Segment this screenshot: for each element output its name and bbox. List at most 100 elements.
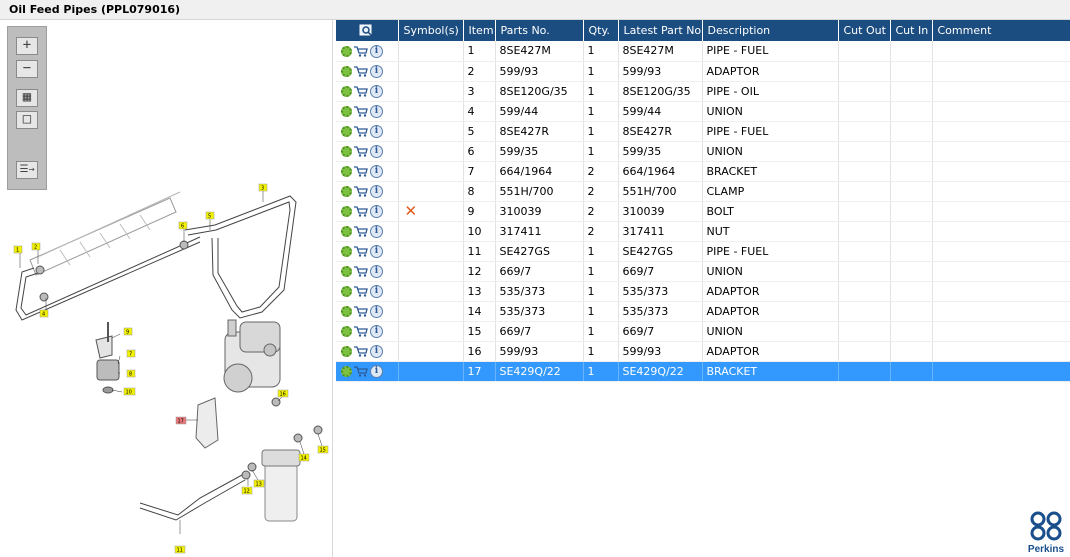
gear-icon[interactable] (341, 305, 352, 317)
cart-icon[interactable] (354, 186, 368, 197)
zoom-in-button[interactable]: + (16, 37, 38, 55)
info-icon[interactable]: i (370, 144, 383, 158)
cut-out-cell (838, 261, 891, 282)
zoom-out-button[interactable]: − (16, 60, 38, 78)
column-header-description[interactable]: Description (702, 20, 839, 41)
cart-icon[interactable] (354, 306, 368, 317)
gear-icon[interactable] (341, 105, 352, 117)
latest-part-no-cell: 551H/700 (618, 181, 703, 202)
gear-icon[interactable] (341, 185, 352, 197)
search-list-icon[interactable] (359, 24, 375, 38)
info-icon[interactable]: i (370, 124, 383, 138)
comment-cell (932, 261, 1070, 282)
cart-icon[interactable] (354, 366, 368, 377)
gear-icon[interactable] (341, 225, 352, 237)
cart-icon[interactable] (354, 146, 368, 157)
table-row[interactable]: i 3 8SE120G/35 1 8SE120G/35 PIPE - OIL (336, 81, 1070, 102)
gear-icon[interactable] (341, 145, 352, 157)
item-cell: 14 (463, 301, 496, 322)
table-row[interactable]: i 14 535/373 1 535/373 ADAPTOR (336, 301, 1070, 322)
gear-icon[interactable] (341, 205, 352, 217)
cart-icon[interactable] (354, 286, 368, 297)
table-row[interactable]: i 15 669/7 1 669/7 UNION (336, 321, 1070, 342)
gear-icon[interactable] (341, 245, 352, 257)
table-row[interactable]: i 13 535/373 1 535/373 ADAPTOR (336, 281, 1070, 302)
symbol-cell (398, 101, 464, 122)
info-icon[interactable]: i (370, 324, 383, 338)
reset-view-button[interactable]: □ (16, 111, 38, 129)
cart-icon[interactable] (354, 206, 368, 217)
table-row[interactable]: i 6 599/35 1 599/35 UNION (336, 141, 1070, 162)
cart-icon[interactable] (354, 66, 368, 77)
gear-icon[interactable] (341, 85, 352, 97)
info-icon[interactable]: i (370, 364, 383, 378)
info-icon[interactable]: i (370, 244, 383, 258)
cart-icon[interactable] (354, 246, 368, 257)
cart-icon[interactable] (354, 226, 368, 237)
column-header-item[interactable]: Item (463, 20, 496, 41)
svg-text:14: 14 (301, 456, 307, 462)
info-icon[interactable]: i (370, 224, 383, 238)
info-icon[interactable]: i (370, 204, 383, 218)
cart-icon[interactable] (354, 106, 368, 117)
table-row[interactable]: i 4 599/44 1 599/44 UNION (336, 101, 1070, 122)
column-header-latest-part-no[interactable]: Latest Part No. (618, 20, 703, 41)
column-header-parts-no[interactable]: Parts No. (495, 20, 584, 41)
table-row[interactable]: i 11 SE427GS 1 SE427GS PIPE - FUEL (336, 241, 1070, 262)
info-icon[interactable]: i (370, 164, 383, 178)
row-actions-cell: i (336, 301, 399, 322)
gear-icon[interactable] (341, 265, 352, 277)
comment-cell (932, 221, 1070, 242)
table-row[interactable]: i 7 664/1964 2 664/1964 BRACKET (336, 161, 1070, 182)
info-icon[interactable]: i (370, 44, 383, 58)
column-header-qty[interactable]: Qty. (583, 20, 619, 41)
cart-icon[interactable] (354, 266, 368, 277)
exploded-parts-diagram[interactable]: 1 2 3 4 5 6 7 8 9 10 11 12 13 14 15 16 1… (0, 20, 333, 557)
cut-out-cell (838, 281, 891, 302)
cart-icon[interactable] (354, 126, 368, 137)
info-icon[interactable]: i (370, 344, 383, 358)
qty-cell: 1 (583, 81, 619, 102)
cart-icon[interactable] (354, 86, 368, 97)
gear-icon[interactable] (341, 345, 352, 357)
show-list-button[interactable]: ☰→ (16, 161, 38, 179)
info-icon[interactable]: i (370, 284, 383, 298)
description-cell: BOLT (702, 201, 839, 222)
column-header-cut-in[interactable]: Cut In (890, 20, 933, 41)
svg-text:15: 15 (320, 448, 326, 454)
cart-icon[interactable] (354, 346, 368, 357)
table-row[interactable]: i 16 599/93 1 599/93 ADAPTOR (336, 341, 1070, 362)
cart-icon[interactable] (354, 166, 368, 177)
table-row[interactable]: i 2 599/93 1 599/93 ADAPTOR (336, 61, 1070, 82)
table-row[interactable]: i 17 SE429Q/22 1 SE429Q/22 BRACKET (336, 361, 1070, 382)
cart-icon[interactable] (354, 45, 368, 57)
qty-cell: 1 (583, 241, 619, 262)
gear-icon[interactable] (341, 285, 352, 297)
gear-icon[interactable] (341, 45, 352, 57)
info-icon[interactable]: i (370, 84, 383, 98)
column-header-symbols[interactable]: Symbol(s) (398, 20, 464, 41)
info-icon[interactable]: i (370, 64, 383, 78)
column-header-cut-out[interactable]: Cut Out (838, 20, 891, 41)
fit-view-button[interactable]: ▦ (16, 89, 38, 107)
table-row[interactable]: i 10 317411 2 317411 NUT (336, 221, 1070, 242)
column-header-icons[interactable] (336, 20, 399, 41)
info-icon[interactable]: i (370, 264, 383, 278)
info-icon[interactable]: i (370, 304, 383, 318)
gear-icon[interactable] (341, 165, 352, 177)
gear-icon[interactable] (341, 125, 352, 137)
column-header-comment[interactable]: Comment (932, 20, 1070, 41)
gear-icon[interactable] (341, 65, 352, 77)
cart-icon[interactable] (354, 326, 368, 337)
diagram-pane[interactable]: 1 2 3 4 5 6 7 8 9 10 11 12 13 14 15 16 1… (0, 20, 333, 557)
table-row[interactable]: i 1 8SE427M 1 8SE427M PIPE - FUEL (336, 41, 1070, 62)
table-row[interactable]: i ✕ 9 310039 2 310039 BOLT (336, 201, 1070, 222)
table-row[interactable]: i 5 8SE427R 1 8SE427R PIPE - FUEL (336, 121, 1070, 142)
latest-part-no-cell: 599/93 (618, 61, 703, 82)
table-row[interactable]: i 12 669/7 1 669/7 UNION (336, 261, 1070, 282)
gear-icon[interactable] (341, 365, 352, 377)
table-row[interactable]: i 8 551H/700 2 551H/700 CLAMP (336, 181, 1070, 202)
gear-icon[interactable] (341, 325, 352, 337)
info-icon[interactable]: i (370, 184, 383, 198)
info-icon[interactable]: i (370, 104, 383, 118)
